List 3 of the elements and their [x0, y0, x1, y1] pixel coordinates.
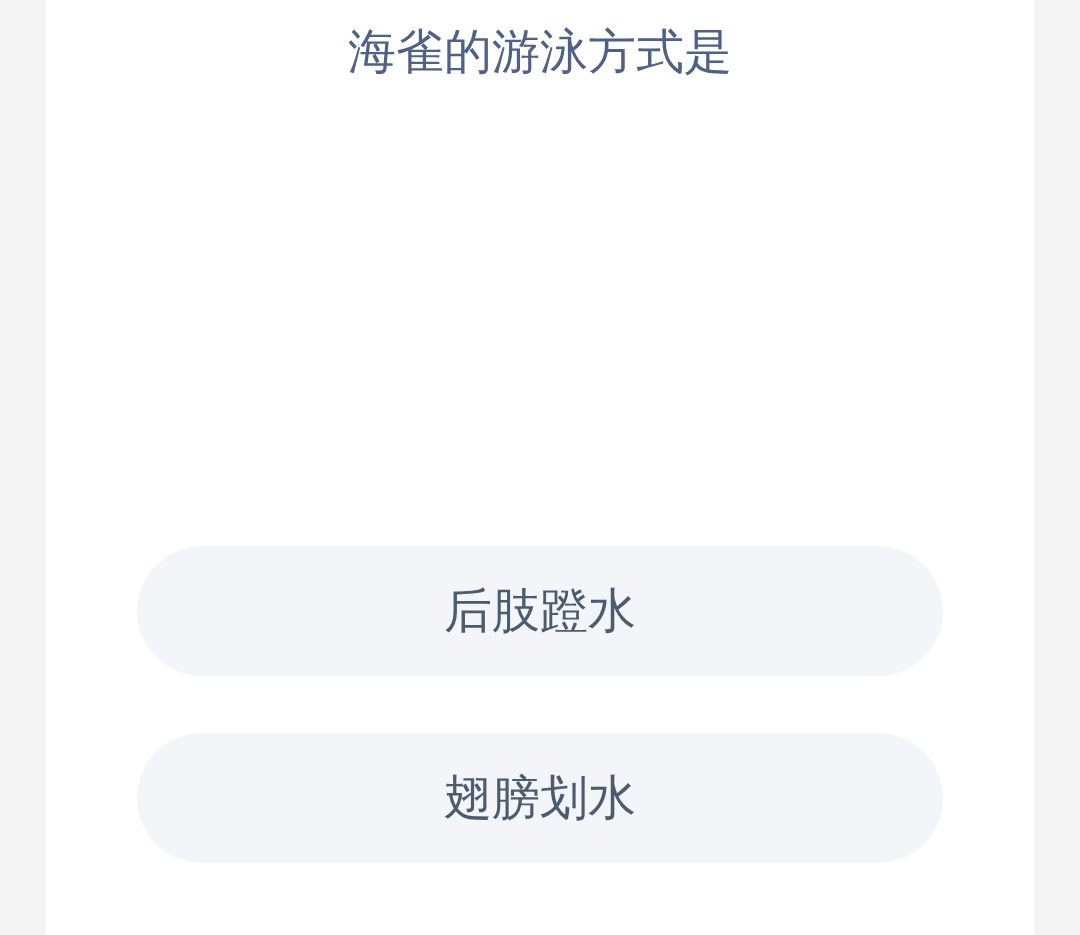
answer-option[interactable]: 后肢蹬水 [137, 546, 943, 676]
question-text: 海雀的游泳方式是 [348, 24, 732, 80]
answer-option[interactable]: 翅膀划水 [137, 733, 943, 863]
